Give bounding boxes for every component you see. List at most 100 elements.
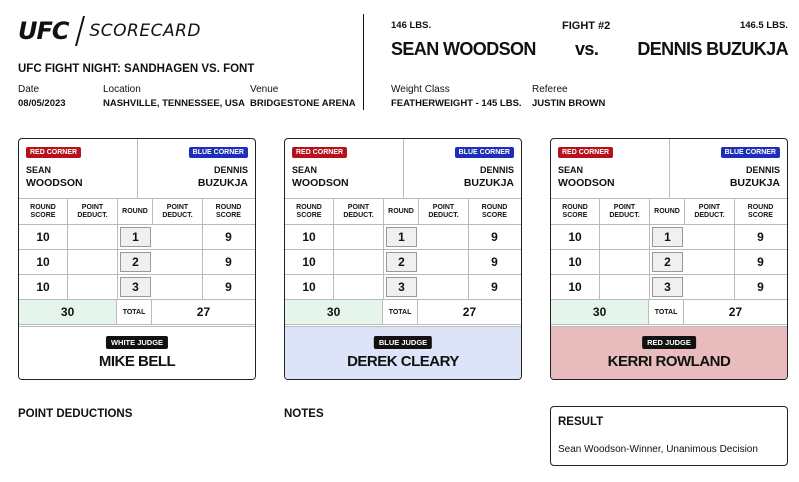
- red-corner-name: SEAN WOODSON: [558, 164, 615, 190]
- red-round-score: 10: [551, 250, 600, 274]
- header-divider: [137, 139, 138, 199]
- judge-footer: RED JUDGE KERRI ROWLAND: [551, 326, 787, 379]
- red-round-score: 10: [19, 275, 68, 299]
- col-point-deduct: POINT DEDUCT.: [334, 199, 384, 224]
- total-label: TOTAL: [649, 300, 684, 324]
- red-total: 30: [551, 300, 650, 324]
- red-last-name: WOODSON: [292, 177, 349, 189]
- col-point-deduct: POINT DEDUCT.: [419, 199, 469, 224]
- red-point-deduction: [68, 225, 118, 249]
- blue-total: 27: [728, 305, 743, 319]
- weight-class-value: FEATHERWEIGHT - 145 LBS.: [391, 98, 522, 109]
- date-value: 08/05/2023: [18, 98, 66, 109]
- blue-fighter-weight: 146.5 LBS.: [739, 20, 788, 31]
- judge-name: DEREK CLEARY: [347, 353, 459, 370]
- col-round-score: ROUND SCORE: [747, 203, 774, 219]
- round-row: 10 3 9: [551, 275, 787, 300]
- venue-label: Venue: [250, 84, 279, 95]
- card-header: RED CORNER BLUE CORNER SEAN WOODSON DENN…: [19, 139, 255, 199]
- blue-corner-tag: BLUE CORNER: [454, 147, 514, 158]
- blue-corner-name: DENNIS BUZUKJA: [730, 164, 780, 190]
- red-corner-tag: RED CORNER: [26, 147, 82, 158]
- judge-name: KERRI ROWLAND: [607, 353, 731, 370]
- red-round-score: 10: [551, 275, 600, 299]
- notes-heading: NOTES: [284, 408, 324, 420]
- red-round-score: 10: [19, 225, 68, 249]
- blue-total: 27: [196, 305, 211, 319]
- result-title: RESULT: [558, 416, 604, 428]
- total-row: 30 TOTAL 27: [19, 300, 255, 325]
- score-table: ROUND SCORE POINT DEDUCT. ROUND POINT DE…: [285, 199, 521, 325]
- col-round-score: ROUND SCORE: [19, 199, 68, 224]
- col-round: ROUND: [384, 199, 419, 224]
- round-number: 3: [652, 277, 683, 297]
- round-number: 2: [652, 252, 683, 272]
- blue-round-score: 9: [225, 280, 232, 294]
- scorecard-title: SCORECARD: [89, 21, 201, 41]
- vs-label: vs.: [575, 39, 599, 59]
- judge-scorecard: RED CORNER BLUE CORNER SEAN WOODSON DENN…: [550, 138, 788, 380]
- total-label: TOTAL: [117, 300, 152, 324]
- location-value: NASHVILLE, TENNESSEE, USA: [103, 98, 245, 109]
- blue-point-deduction: [419, 225, 469, 249]
- referee-label: Referee: [532, 84, 568, 95]
- red-first-name: SEAN: [558, 165, 584, 175]
- blue-first-name: DENNIS: [479, 165, 514, 175]
- logo-divider: [74, 16, 85, 46]
- round-row: 10 2 9: [285, 250, 521, 275]
- judge-name: MIKE BELL: [98, 353, 176, 370]
- blue-first-name: DENNIS: [745, 165, 780, 175]
- blue-round-score: 9: [491, 255, 498, 269]
- judge-scorecard: RED CORNER BLUE CORNER SEAN WOODSON DENN…: [284, 138, 522, 380]
- total-row: 30 TOTAL 27: [551, 300, 787, 325]
- blue-round-score: 9: [225, 230, 232, 244]
- blue-point-deduction: [419, 250, 469, 274]
- red-round-score: 10: [285, 225, 334, 249]
- blue-corner-tag: BLUE CORNER: [720, 147, 780, 158]
- ufc-logo: UFC: [18, 17, 69, 45]
- red-last-name: WOODSON: [558, 177, 615, 189]
- score-table: ROUND SCORE POINT DEDUCT. ROUND POINT DE…: [19, 199, 255, 325]
- round-row: 10 3 9: [285, 275, 521, 300]
- header-divider: [403, 139, 404, 199]
- total-label: TOTAL: [383, 300, 418, 324]
- red-corner-tag: RED CORNER: [558, 147, 614, 158]
- blue-last-name: BUZUKJA: [197, 177, 248, 189]
- table-header: ROUND SCORE POINT DEDUCT. ROUND POINT DE…: [551, 199, 787, 225]
- round-number: 1: [386, 227, 417, 247]
- red-fighter-name: SEAN WOODSON: [391, 39, 536, 59]
- blue-point-deduction: [685, 225, 735, 249]
- red-point-deduction: [334, 225, 384, 249]
- round-row: 10 1 9: [551, 225, 787, 250]
- blue-first-name: DENNIS: [213, 165, 248, 175]
- blue-round-score: 9: [757, 280, 764, 294]
- red-round-score: 10: [19, 250, 68, 274]
- col-round: ROUND: [118, 199, 153, 224]
- col-round-score: ROUND SCORE: [551, 199, 600, 224]
- red-point-deduction: [600, 275, 650, 299]
- col-point-deduct: POINT DEDUCT.: [685, 199, 735, 224]
- table-header: ROUND SCORE POINT DEDUCT. ROUND POINT DE…: [285, 199, 521, 225]
- red-round-score: 10: [285, 275, 334, 299]
- header-divider: [669, 139, 670, 199]
- round-row: 10 2 9: [551, 250, 787, 275]
- blue-point-deduction: [685, 250, 735, 274]
- round-number: 1: [120, 227, 151, 247]
- judge-scorecard: RED CORNER BLUE CORNER SEAN WOODSON DENN…: [18, 138, 256, 380]
- judge-tag: BLUE JUDGE: [373, 336, 433, 349]
- location-label: Location: [103, 84, 141, 95]
- judge-footer: WHITE JUDGE MIKE BELL: [19, 326, 255, 379]
- red-fighter-weight: 146 LBS.: [391, 20, 432, 31]
- round-row: 10 2 9: [19, 250, 255, 275]
- blue-round-score: 9: [491, 230, 498, 244]
- col-round-score: ROUND SCORE: [215, 203, 242, 219]
- blue-point-deduction: [685, 275, 735, 299]
- date-label: Date: [18, 84, 40, 95]
- point-deductions-heading: POINT DEDUCTIONS: [18, 408, 133, 420]
- red-last-name: WOODSON: [26, 177, 83, 189]
- header-divider: [363, 14, 364, 110]
- red-total: 30: [285, 300, 384, 324]
- col-point-deduct: POINT DEDUCT.: [153, 199, 203, 224]
- round-number: 2: [386, 252, 417, 272]
- judge-tag: WHITE JUDGE: [105, 336, 169, 349]
